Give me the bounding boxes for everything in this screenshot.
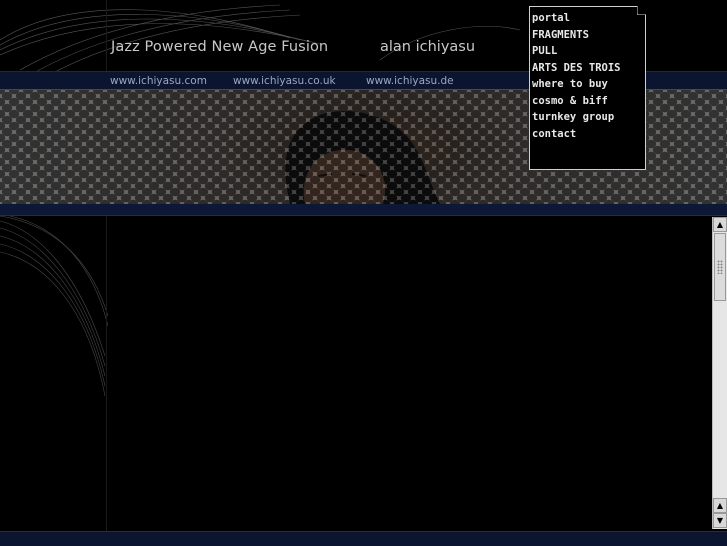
scrollbar-vertical[interactable]: ▲ ▲ ▼ <box>712 217 727 529</box>
menu-item-turnkey-group[interactable]: turnkey group <box>532 109 645 126</box>
site-tagline: Jazz Powered New Age Fusion <box>111 39 329 55</box>
menu-item-contact[interactable]: contact <box>532 126 645 143</box>
scroll-thumb[interactable] <box>714 233 726 301</box>
scroll-up-button[interactable]: ▲ <box>713 217 727 232</box>
content-frame <box>108 216 712 529</box>
banner-stripe <box>0 204 727 216</box>
site-link-de[interactable]: www.ichiyasu.de <box>366 75 454 87</box>
menu-item-where-to-buy[interactable]: where to buy <box>532 76 645 93</box>
page-fold-icon <box>637 6 646 15</box>
menu-item-portal[interactable]: portal <box>532 10 645 27</box>
artist-name: alan ichiyasu <box>380 39 476 55</box>
scroll-down-arrow-upper[interactable]: ▲ <box>713 498 727 513</box>
site-link-co-uk[interactable]: www.ichiyasu.co.uk <box>233 75 336 87</box>
scroll-down-button[interactable]: ▼ <box>713 513 727 528</box>
menu-item-fragments[interactable]: FRAGMENTS <box>532 27 645 44</box>
menu-list: portal FRAGMENTS PULL ARTS DES TROIS whe… <box>530 7 645 142</box>
menu-item-cosmo-biff[interactable]: cosmo & biff <box>532 93 645 110</box>
menu-item-pull[interactable]: PULL <box>532 43 645 60</box>
swirl-decoration-side <box>0 216 109 397</box>
scroll-grip-icon <box>717 260 723 274</box>
site-link-com[interactable]: www.ichiyasu.com <box>110 75 207 87</box>
footer-bar <box>0 531 727 546</box>
menu-item-arts-des-trois[interactable]: ARTS DES TROIS <box>532 60 645 77</box>
navigation-menu: portal FRAGMENTS PULL ARTS DES TROIS whe… <box>529 6 646 170</box>
